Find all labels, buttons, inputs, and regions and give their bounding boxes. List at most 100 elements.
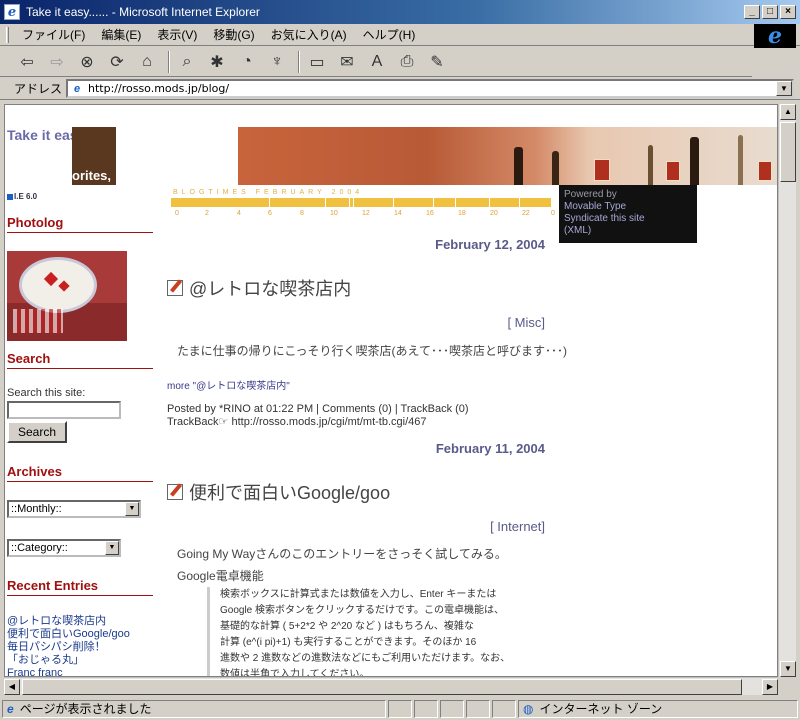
favorites-icon[interactable]: ✱ xyxy=(204,49,230,75)
movable-type-link[interactable]: Movable Type xyxy=(564,201,692,213)
scroll-left-icon[interactable]: ◀ xyxy=(4,679,20,695)
font-icon[interactable]: A xyxy=(364,49,390,75)
entry-title-text: 便利で面白いGoogle/goo xyxy=(189,483,391,503)
horizontal-scrollbar[interactable]: ◀ ▶ xyxy=(4,677,778,695)
scroll-up-icon[interactable]: ▲ xyxy=(780,104,796,120)
title-bar: e Take it easy...... - Microsoft Interne… xyxy=(0,0,800,24)
search-input[interactable] xyxy=(7,401,121,419)
scroll-down-icon[interactable]: ▼ xyxy=(780,661,796,677)
recent-entry-link[interactable]: @レトロな喫茶店内 xyxy=(7,615,153,628)
archives-heading: Archives xyxy=(7,464,153,482)
fullscreen-icon[interactable]: ▭ xyxy=(304,49,330,75)
menu-edit[interactable]: 編集(E) xyxy=(93,25,149,45)
chevron-down-icon: ▼ xyxy=(125,502,139,516)
address-input[interactable]: e http://rosso.mods.jp/blog/ ▼ xyxy=(66,79,794,98)
scroll-thumb[interactable] xyxy=(780,122,796,182)
category-select[interactable]: ::Category:: ▼ xyxy=(7,539,121,557)
entry-title-text: @レトロな喫茶店内 xyxy=(189,279,352,299)
page-icon: e xyxy=(73,82,81,95)
recent-entry-link[interactable]: 毎日パシパシ削除！ xyxy=(7,641,153,654)
menu-view[interactable]: 表示(V) xyxy=(149,25,205,45)
scrollbar-corner xyxy=(778,677,796,695)
status-cell xyxy=(440,699,464,718)
entry-category-link[interactable]: [ Misc] xyxy=(345,315,545,330)
blogtimes-bar xyxy=(171,198,551,207)
window-title: Take it easy...... - Microsoft Internet … xyxy=(26,5,260,19)
entry-body: Google電卓機能 xyxy=(177,569,264,583)
status-cell xyxy=(466,699,490,718)
entry-pen-icon xyxy=(167,280,183,296)
menu-grip xyxy=(6,27,9,43)
status-cell xyxy=(414,699,438,718)
recent-entry-link[interactable]: Franc franc xyxy=(7,667,153,676)
syndicate-link[interactable]: Syndicate this site xyxy=(564,213,692,225)
ie-badge: I.E 6.0 xyxy=(7,192,37,201)
blogtimes-title: BLOGTIMES FEBRUARY 2004 xyxy=(173,189,364,196)
entry-title: @レトロな喫茶店内 xyxy=(167,275,351,301)
entry-posted-line: Posted by *RINO at 01:22 PM | Comments (… xyxy=(167,403,469,415)
refresh-icon[interactable]: ⟳ xyxy=(104,49,130,75)
address-label: アドレス xyxy=(14,82,63,96)
photolog-heading: Photolog xyxy=(7,215,153,233)
scroll-right-icon[interactable]: ▶ xyxy=(762,679,778,695)
chevron-down-icon: ▼ xyxy=(105,541,119,555)
recent-entry-link[interactable]: 「おじゃる丸」 xyxy=(7,654,153,667)
back-icon[interactable]: ⇦ xyxy=(14,49,40,75)
address-bar: アドレス e http://rosso.mods.jp/blog/ ▼ xyxy=(0,78,800,100)
xml-link[interactable]: (XML) xyxy=(564,225,692,237)
search-button[interactable]: Search xyxy=(7,421,67,443)
entry-blockquote: 検索ボックスに計算式または数値を入力し、Enter キーまたは Google 検… xyxy=(207,587,537,676)
header-banner xyxy=(238,127,777,185)
menu-bar: ファイル(F) 編集(E) 表示(V) 移動(G) お気に入り(A) ヘルプ(H… xyxy=(0,24,800,46)
vertical-scrollbar[interactable]: ▲ ▼ xyxy=(778,104,796,677)
menu-favorites[interactable]: お気に入り(A) xyxy=(263,25,355,45)
zone-cell: ◍ インターネット ゾーン xyxy=(518,699,798,718)
minimize-button[interactable]: _ xyxy=(744,5,760,19)
favorites-thumbnail: orites, xyxy=(72,127,116,185)
status-bar: e ページが表示されました ◍ インターネット ゾーン xyxy=(0,697,800,720)
menu-help[interactable]: ヘルプ(H) xyxy=(355,25,424,45)
entry-body: Going My Wayさんのこのエントリーをさっそく試してみる。 xyxy=(177,547,507,561)
channels-icon[interactable]: ♆ xyxy=(264,49,290,75)
address-url[interactable]: http://rosso.mods.jp/blog/ xyxy=(88,82,229,95)
stop-icon[interactable]: ⊗ xyxy=(74,49,100,75)
status-cell xyxy=(492,699,516,718)
maximize-button[interactable]: □ xyxy=(762,5,778,19)
page-done-icon: e xyxy=(7,701,14,716)
home-icon[interactable]: ⌂ xyxy=(134,49,160,75)
standard-toolbar: ⇦ ⇨ ⊗ ⟳ ⌂ ⌕ ✱ ◔ ♆ ▭ ✉ A ⎙ ✎ xyxy=(0,47,752,77)
page-viewport: Take it easy...... orites, I.E 6.0 Photo… xyxy=(4,104,778,677)
monthly-select[interactable]: ::Monthly:: ▼ xyxy=(7,500,141,518)
globe-icon: ◍ xyxy=(523,701,534,716)
print-icon[interactable]: ⎙ xyxy=(394,49,420,75)
powered-by-label: Powered by xyxy=(564,189,617,200)
toolbar-separator xyxy=(168,50,170,73)
edit-icon[interactable]: ✎ xyxy=(424,49,450,75)
entry-date: February 12, 2004 xyxy=(435,237,545,252)
menu-file[interactable]: ファイル(F) xyxy=(14,25,93,45)
status-text: ページが表示されました xyxy=(19,702,152,716)
blogtimes-chart: BLOGTIMES FEBRUARY 2004 0 2 4 6 8 10 12 … xyxy=(171,189,555,220)
address-dropdown-icon[interactable]: ▼ xyxy=(776,81,792,96)
horizontal-scroll-thumb[interactable] xyxy=(22,679,742,695)
history-icon[interactable]: ◔ xyxy=(234,49,260,75)
entry-trackback-url: TrackBack☞ http://rosso.mods.jp/cgi/mt/m… xyxy=(167,416,427,428)
ie-badge-icon xyxy=(7,193,13,200)
entry-meta: Posted by *RINO at 01:22 PM | Comments (… xyxy=(167,403,469,429)
forward-icon[interactable]: ⇨ xyxy=(44,49,70,75)
entry-title: 便利で面白いGoogle/goo xyxy=(167,479,390,505)
entry-category-link[interactable]: [ Internet] xyxy=(345,519,545,534)
photolog-image[interactable] xyxy=(7,251,127,341)
menu-go[interactable]: 移動(G) xyxy=(205,25,262,45)
ie-brand-logo: e xyxy=(754,23,796,49)
mail-icon[interactable]: ✉ xyxy=(334,49,360,75)
search-label: Search this site: xyxy=(7,387,86,399)
close-button[interactable]: × xyxy=(780,5,796,19)
recent-entries-heading: Recent Entries xyxy=(7,578,153,596)
ie-app-icon: e xyxy=(4,4,20,20)
status-text-cell: e ページが表示されました xyxy=(2,699,386,718)
recent-entry-link[interactable]: 便利で面白いGoogle/goo xyxy=(7,628,153,641)
search-icon[interactable]: ⌕ xyxy=(174,49,200,75)
entry-more-link[interactable]: more "@レトロな喫茶店内" xyxy=(167,377,290,392)
toolbar-separator xyxy=(298,50,300,73)
